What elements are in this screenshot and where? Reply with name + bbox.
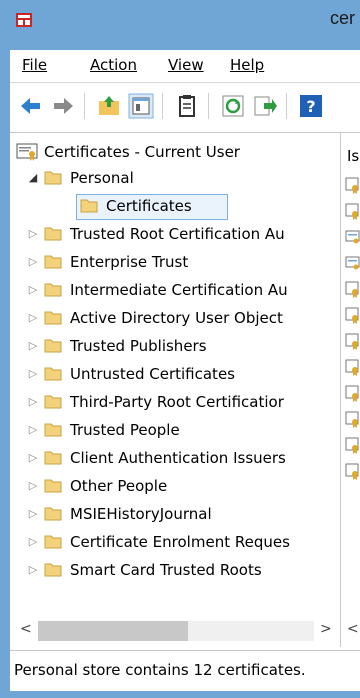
folder-icon [44,255,62,269]
certificate-icon[interactable] [345,255,360,273]
folder-icon [44,311,62,325]
properties-icon[interactable] [174,93,200,119]
toolbar-separator [208,93,209,119]
tree-horizontal-scrollbar[interactable]: < > [16,613,336,647]
tree-item-label: Trusted Root Certification Au [70,225,285,243]
certificate-icon[interactable] [345,203,360,221]
tree-item-label: Untrusted Certificates [70,365,235,383]
tree-item-label: Certificates [106,197,192,215]
up-folder-icon[interactable] [96,93,122,119]
expand-triangle-icon[interactable]: ▷ [26,557,40,583]
tree-item-label: Trusted Publishers [70,337,207,355]
toolbar-separator [162,93,163,119]
column-header-issued-to[interactable]: Is [347,147,359,165]
title-bar[interactable]: cer [0,0,360,40]
export-list-icon[interactable] [252,93,278,119]
tree-item-label: Other People [70,477,168,495]
expand-triangle-icon[interactable]: ▷ [26,361,40,387]
forward-arrow-icon[interactable] [50,93,76,119]
folder-icon [44,367,62,381]
help-icon[interactable]: ? [298,93,324,119]
folder-icon [80,199,98,213]
expand-triangle-icon[interactable]: ▷ [26,529,40,555]
certificate-icon[interactable] [345,281,360,299]
certificate-icon[interactable] [345,359,360,377]
certificate-icon[interactable] [345,229,360,247]
refresh-icon[interactable] [220,93,246,119]
certificate-icon[interactable] [345,177,360,195]
toolbar-separator [84,93,85,119]
folder-icon [44,507,62,521]
menu-bar: File Action View Help [10,50,360,82]
status-bar: Personal store contains 12 certificates. [10,650,360,691]
expand-triangle-icon[interactable]: ▷ [26,221,40,247]
results-pane: Is [340,133,360,613]
expand-triangle-icon[interactable]: ▷ [26,277,40,303]
expand-triangle-icon[interactable]: ▷ [26,473,40,499]
menu-action[interactable]: Action [90,56,137,74]
certmgr-app-icon [16,13,32,27]
collapse-triangle-icon[interactable]: ◢ [26,165,40,191]
expand-triangle-icon[interactable]: ▷ [26,417,40,443]
mmc-window: cer File Action View Help ? Certificates… [0,0,360,698]
tree-item-label: Client Authentication Issuers [70,449,286,467]
scroll-thumb[interactable] [38,621,188,641]
scroll-left-icon[interactable]: < [347,621,359,637]
svg-text:?: ? [306,97,315,116]
tree-item-label: Smart Card Trusted Roots [70,561,262,579]
certificate-icon[interactable] [345,385,360,403]
console-content: Certificates - Current User ◢ Personal C… [10,132,360,651]
menu-file[interactable]: File [22,56,47,74]
toolbar: ? [10,82,360,133]
tree-item-label: Trusted People [70,421,180,439]
certificate-icon[interactable] [345,333,360,351]
expand-triangle-icon[interactable]: ▷ [26,501,40,527]
folder-icon [44,339,62,353]
folder-icon [44,535,62,549]
window-title: cer [330,8,356,28]
expand-triangle-icon[interactable]: ▷ [26,305,40,331]
show-hide-tree-icon[interactable] [128,93,154,119]
tree-item-label: MSIEHistoryJournal [70,505,212,523]
folder-icon [44,451,62,465]
certificate-icon[interactable] [345,307,360,325]
folder-icon [44,563,62,577]
back-arrow-icon[interactable] [18,93,44,119]
toolbar-separator [286,93,287,119]
folder-icon [44,395,62,409]
certificate-store-icon [16,143,38,161]
tree-item-label: Third-Party Root Certificatior [70,393,284,411]
results-horizontal-scrollbar[interactable]: < [340,613,360,647]
tree-item-label: Enterprise Trust [70,253,189,271]
status-text: Personal store contains 12 certificates. [14,661,306,679]
certificate-icon[interactable] [345,411,360,429]
tree-item-label: Certificate Enrolment Reques [70,533,290,551]
console-tree: Certificates - Current User ◢ Personal C… [16,133,336,613]
expand-triangle-icon[interactable]: ▷ [26,249,40,275]
certificate-icon[interactable] [345,437,360,455]
folder-icon [44,283,62,297]
scroll-right-icon[interactable]: > [320,621,332,637]
tree-item-label: Intermediate Certification Au [70,281,288,299]
folder-icon [44,423,62,437]
menu-help[interactable]: Help [230,56,264,74]
certificate-icon[interactable] [345,463,360,481]
expand-triangle-icon[interactable]: ▷ [26,445,40,471]
tree-item-label: Personal [70,169,134,187]
tree-item-label: Active Directory User Object [70,309,283,327]
expand-triangle-icon[interactable]: ▷ [26,389,40,415]
folder-icon [44,479,62,493]
menu-view[interactable]: View [168,56,204,74]
expand-triangle-icon[interactable]: ▷ [26,333,40,359]
tree-root-label: Certificates - Current User [44,143,240,161]
folder-icon [44,227,62,241]
folder-icon [44,171,62,185]
scroll-left-icon[interactable]: < [20,621,32,637]
